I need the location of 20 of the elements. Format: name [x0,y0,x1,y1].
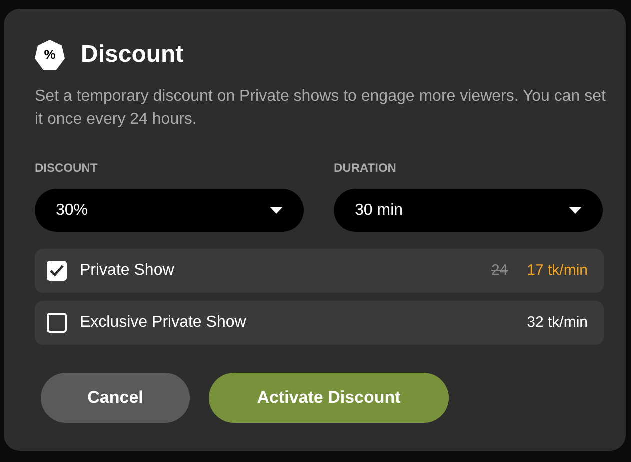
field-label: DURATION [334,160,398,177]
option-row[interactable]: Exclusive Private Show 32 tk/min [35,301,604,345]
activate-button[interactable]: Activate Discount [209,373,449,423]
checkbox[interactable] [47,313,67,333]
dropdown[interactable]: 30% [35,189,304,232]
description-text: Set a temporary discount on Private shows to engage more viewers. You can set it once every 24 hours. [35,87,607,130]
old-price: 24 [491,260,508,281]
caret-icon [270,207,283,214]
caret-icon [569,207,582,214]
option-label: Exclusive Private Show [80,313,248,333]
checkbox[interactable] [47,261,67,281]
price: 32 tk/min [527,312,588,333]
field-label: DISCOUNT [35,160,99,177]
dialog-title: Discount [81,40,184,70]
percent-badge-icon: % [35,40,65,70]
cancel-button[interactable]: Cancel [41,373,190,423]
price: 17 tk/min [527,260,588,281]
dropdown[interactable]: 30 min [334,189,603,232]
option-label: Private Show [80,261,176,281]
option-row[interactable]: Private Show 24 17 tk/min [35,249,604,293]
